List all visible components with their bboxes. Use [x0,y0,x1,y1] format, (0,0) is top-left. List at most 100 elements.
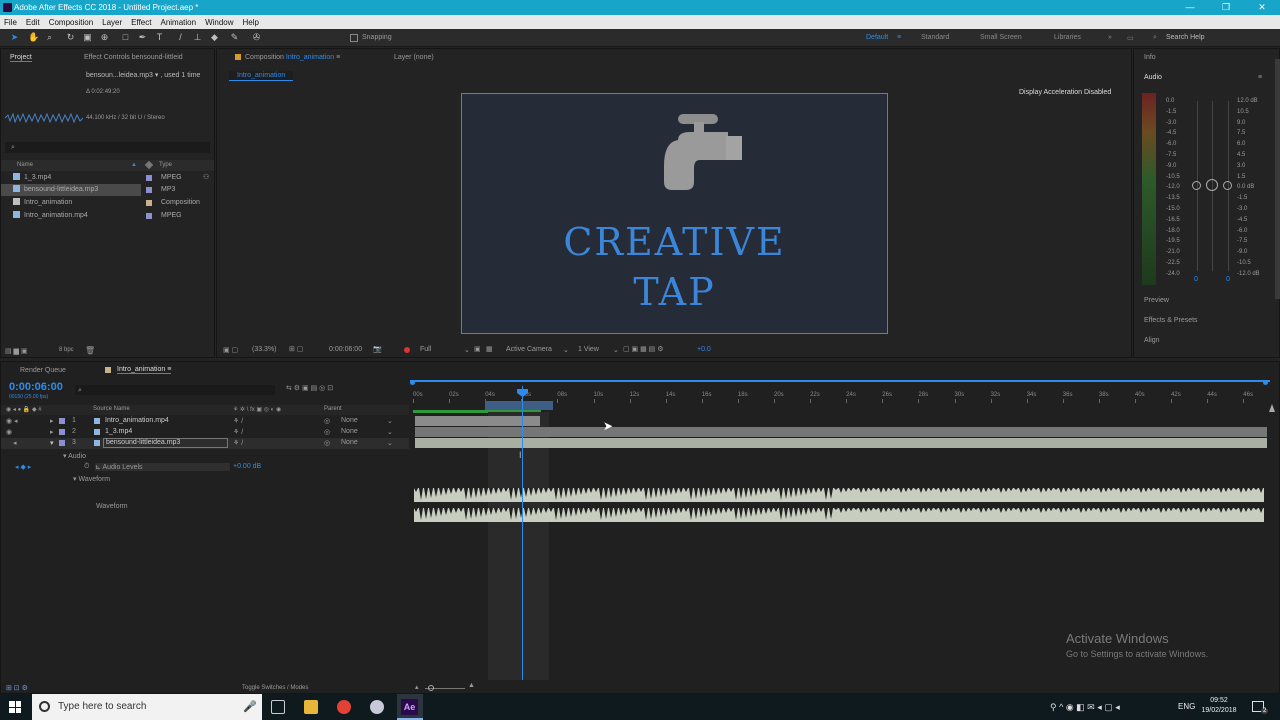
expand-arrow-icon[interactable]: ▸ [50,417,54,425]
tab-timeline-comp[interactable]: Intro_animation ≡ [117,366,172,374]
col-source-name[interactable]: Source Name [93,406,130,412]
maximize-button[interactable]: ❐ [1208,0,1244,15]
exposure-value[interactable]: +0.0 [697,346,711,353]
minimize-button[interactable]: — [1172,0,1208,15]
tab-composition[interactable]: Composition Intro_animation ≡ [245,54,340,61]
layer-row[interactable]: ◉ ◂ ▸ 1 Intro_animation.mp4 ⚘ / ◎ None ⌄ [1,416,409,427]
bpc-label[interactable]: 8 bpc [59,347,74,353]
comp-subtab[interactable]: Intro_animation [229,71,294,81]
visibility-icon[interactable]: ◉ [6,428,12,436]
camera-tool-icon[interactable]: ▣ [83,33,92,42]
time-navigator-bar[interactable] [410,380,1270,382]
workspace-overflow-icon[interactable]: » [1108,34,1112,41]
workspace-menu-icon[interactable]: ≡ [897,34,901,41]
tab-effect-controls[interactable]: Effect Controls bensound-littleid [84,54,183,61]
project-item[interactable]: 1_3.mp4 MPEG ⚇ [1,172,214,184]
region-of-interest-icon[interactable]: ▣ [474,345,481,353]
task-view-icon[interactable] [271,700,285,714]
keyframe-nav-icons[interactable]: ◂ ◆ ▸ [15,463,31,471]
resolution-dropdown[interactable]: Full [420,346,431,353]
sort-arrow-icon[interactable]: ▲ [131,162,137,168]
timeline-timecode[interactable]: 0:00:06:00 [9,381,63,393]
section-preview[interactable]: Preview [1144,297,1169,304]
panel-scrollbar[interactable] [1275,59,1280,299]
fader-knob-left[interactable] [1192,181,1201,190]
tab-audio[interactable]: Audio [1144,74,1162,81]
timeline-zoom-knob[interactable] [428,685,434,691]
pickwhip-icon[interactable]: ◎ [324,417,330,425]
chrome-icon[interactable] [337,700,351,714]
comp-canvas[interactable]: CREATIVE TAP [461,93,888,334]
project-search-input[interactable]: ⌕ [5,142,210,153]
layer-switches[interactable]: ⚘ / [233,428,243,436]
lock-icon[interactable] [235,54,241,60]
col-parent[interactable]: Parent [324,406,342,412]
zoom-in-icon[interactable]: ▲ [468,682,475,689]
label-swatch[interactable] [59,429,65,435]
label-swatch[interactable] [59,418,65,424]
project-item[interactable]: Intro_animation Composition [1,197,214,209]
menu-layer[interactable]: Layer [102,18,122,27]
hand-tool-icon[interactable]: ✋ [28,33,39,42]
right-channel-value[interactable]: 0 [1226,276,1230,283]
pickwhip-icon[interactable]: ◎ [324,428,330,436]
navigator-start-handle[interactable] [410,380,415,385]
left-channel-value[interactable]: 0 [1194,276,1198,283]
visibility-icon[interactable]: ◉ ◂ [6,417,18,425]
file-explorer-icon[interactable] [304,700,318,714]
col-name[interactable]: Name [17,162,33,168]
layer-name[interactable]: Intro_animation.mp4 [105,417,169,424]
camera-dropdown[interactable]: Active Camera [506,346,552,353]
selection-tool-icon[interactable]: ➤ [10,33,19,42]
resolution-chevron-icon[interactable]: ⌄ [464,346,470,354]
layer-switches[interactable]: ⚘ / [233,417,243,425]
waveform-group-toggle[interactable]: ▾ Waveform [73,475,110,483]
fader-knob-center[interactable] [1206,179,1218,191]
menu-edit[interactable]: Edit [26,18,40,27]
expand-arrow-icon[interactable]: ▾ [50,439,54,447]
fader-knob-right[interactable] [1223,181,1232,190]
tab-info[interactable]: Info [1144,54,1156,61]
clock-date[interactable]: 19/02/2018 [1200,707,1238,714]
search-help-input[interactable]: Search Help [1166,34,1205,41]
sync-icon[interactable]: ▭ [1127,34,1134,42]
navigator-end-handle[interactable] [1263,380,1268,385]
layer-switches[interactable]: ⚘ / [233,439,243,447]
menu-file[interactable]: File [4,18,17,27]
parent-chevron-icon[interactable]: ⌄ [387,417,393,425]
microphone-icon[interactable]: 🎤 [243,694,257,720]
puppet-tool-icon[interactable]: ✇ [252,33,261,42]
tab-layer[interactable]: Layer (none) [394,54,434,61]
clock-time[interactable]: 09:52 [1202,697,1236,704]
transparency-grid-icon[interactable]: ▦ [486,345,493,353]
col-type[interactable]: Type [159,162,172,168]
workspace-small-screen[interactable]: Small Screen [980,34,1022,41]
tab-project[interactable]: Project [10,54,32,62]
tray-icons[interactable]: ⚲ ^ ◉ ◧ ✉ ◂ ▢ ◂ [1050,702,1120,713]
layer-row-selected[interactable]: ◂ ▾ 3 bensound-littleidea.mp3 ⚘ / ◎ None… [1,438,409,449]
views-chevron-icon[interactable]: ⌄ [613,346,619,354]
label-swatch[interactable] [59,440,65,446]
workspace-standard[interactable]: Standard [921,34,949,41]
viewer-options-icons[interactable]: ▢ ▣ ▦ ▤ ⚙ [623,345,664,353]
layer-bar-2[interactable] [415,427,1267,437]
parent-dropdown[interactable]: None [341,439,358,446]
project-footer-icons[interactable]: ▤ ▆ ▣ [5,347,28,355]
zoom-out-icon[interactable]: ▴ [415,683,419,691]
section-align[interactable]: Align [1144,337,1160,344]
menu-animation[interactable]: Animation [160,18,196,27]
snapping-checkbox[interactable] [350,34,358,42]
zoom-dropdown[interactable]: (33.3%) [252,346,277,353]
type-tool-icon[interactable]: T [155,33,164,42]
close-button[interactable]: ✕ [1244,0,1280,15]
audio-menu-icon[interactable]: ≡ [1258,74,1262,81]
audio-icon[interactable]: ◂ [13,439,17,447]
views-dropdown[interactable]: 1 View [578,346,599,353]
menu-window[interactable]: Window [205,18,233,27]
after-effects-taskbar-button[interactable]: Ae [397,694,423,720]
app-icon[interactable] [370,700,384,714]
audio-levels-value[interactable]: +0.00 dB [233,463,261,470]
camera-chevron-icon[interactable]: ⌄ [563,346,569,354]
stopwatch-icon[interactable]: ⏱ [84,463,89,471]
tab-render-queue[interactable]: Render Queue [20,367,66,374]
